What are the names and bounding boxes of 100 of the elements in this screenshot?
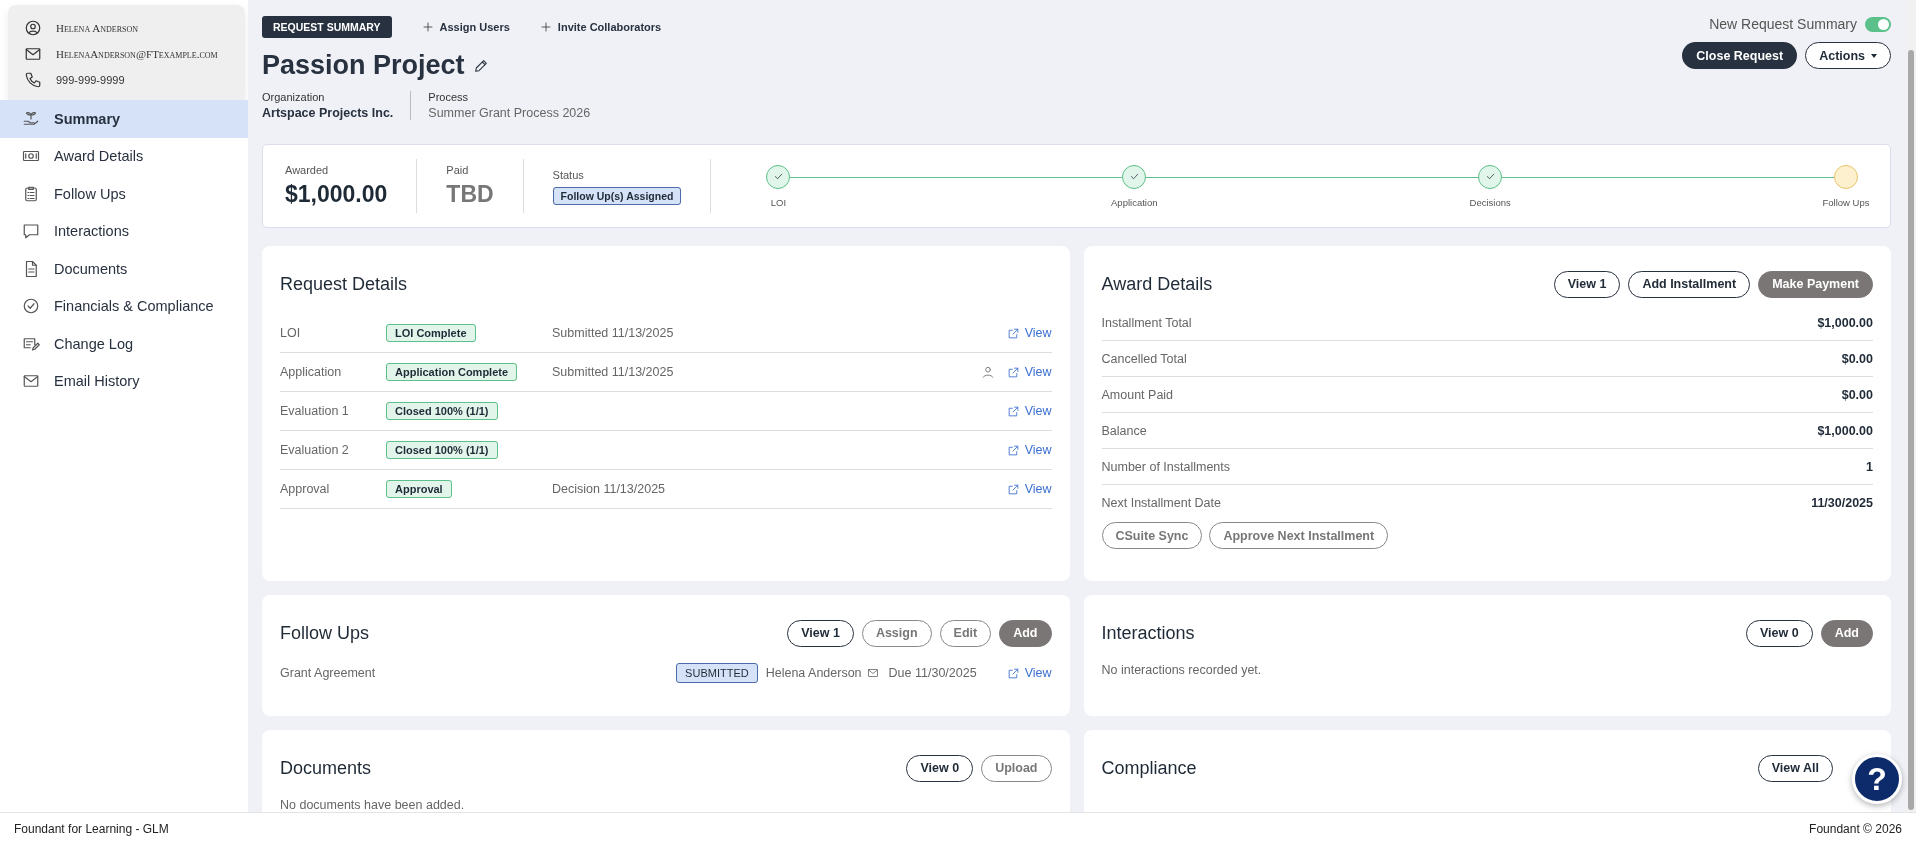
scrollbar-thumb[interactable] bbox=[1908, 50, 1914, 810]
page-badge: REQUEST SUMMARY bbox=[262, 16, 392, 38]
view-link[interactable]: View bbox=[1006, 666, 1052, 680]
row-label: Evaluation 2 bbox=[280, 443, 350, 457]
row-date: Decision 11/13/2025 bbox=[552, 482, 666, 496]
row-label: Application bbox=[280, 365, 343, 379]
status-badge: Approval bbox=[386, 480, 452, 498]
view-link[interactable]: View bbox=[1006, 443, 1052, 457]
step-label: Decisions bbox=[1469, 196, 1511, 208]
check-icon bbox=[1128, 171, 1140, 182]
row-label: Next Installment Date bbox=[1101, 495, 1221, 510]
card-title: Request Details bbox=[280, 273, 408, 295]
toggle-switch[interactable] bbox=[1865, 16, 1891, 32]
person-icon bbox=[24, 19, 42, 37]
plus-icon bbox=[421, 21, 434, 33]
check-icon bbox=[1484, 171, 1496, 182]
row-date: Submitted 11/13/2025 bbox=[552, 365, 674, 379]
sidebar-item[interactable]: Documents bbox=[0, 250, 248, 288]
pill-button[interactable]: View 0 bbox=[1746, 619, 1813, 647]
card-title: Documents bbox=[280, 757, 372, 779]
empty-message: No interactions recorded yet. bbox=[1101, 663, 1263, 677]
row-label: LOI bbox=[280, 326, 302, 340]
stat-label: Awarded bbox=[285, 164, 330, 176]
check-icon bbox=[772, 171, 784, 182]
pill-button[interactable]: View 1 bbox=[787, 619, 854, 647]
field-value: Artspace Projects Inc. bbox=[262, 106, 394, 120]
stat-label: Paid bbox=[446, 164, 470, 176]
row-value: 1 bbox=[1866, 459, 1873, 474]
pencil-icon[interactable] bbox=[472, 57, 489, 74]
toggle-label: New Request Summary bbox=[1709, 16, 1857, 32]
field-label: Organization bbox=[262, 91, 326, 103]
view-link[interactable]: View bbox=[1006, 482, 1052, 496]
clipboard-icon bbox=[22, 184, 40, 203]
external-link-icon bbox=[1006, 326, 1020, 340]
pill-button[interactable]: View 1 bbox=[1553, 270, 1621, 298]
stat-label: Status bbox=[552, 168, 585, 181]
external-link-icon bbox=[1006, 443, 1020, 457]
row-label: Cancelled Total bbox=[1101, 351, 1187, 366]
sidebar-item[interactable]: Interactions bbox=[0, 212, 248, 250]
row-label: Evaluation 1 bbox=[280, 404, 350, 418]
pill-button[interactable]: Make Payment bbox=[1758, 270, 1873, 298]
field-value: Summer Grant Process 2026 bbox=[428, 106, 591, 120]
sidebar-item[interactable]: Email History bbox=[0, 362, 248, 400]
pill-button[interactable]: CSuite Sync bbox=[1101, 522, 1203, 549]
profile-phone: 999-999-9999 bbox=[56, 74, 125, 86]
assignee-name: Helena Anderson bbox=[765, 666, 862, 680]
pill-button[interactable]: Close Request bbox=[1682, 42, 1798, 69]
pill-button[interactable]: Assign bbox=[861, 619, 932, 647]
sidebar-item[interactable]: Financials & Compliance bbox=[0, 287, 248, 325]
external-link-icon bbox=[1006, 666, 1020, 680]
card-title: Interactions bbox=[1101, 622, 1195, 644]
speech-bubble-icon bbox=[22, 222, 40, 241]
header-action-link[interactable]: Assign Users bbox=[421, 21, 510, 33]
profile-email: HelenaAnderson@FTexample.com bbox=[56, 48, 218, 60]
dropdown-button[interactable]: Actions bbox=[1805, 42, 1891, 69]
sidebar-item[interactable]: Change Log bbox=[0, 325, 248, 363]
external-link-icon bbox=[1006, 365, 1020, 379]
due-date: Due 11/30/2025 bbox=[888, 666, 977, 680]
pill-button[interactable]: Edit bbox=[939, 619, 992, 647]
header-action-link[interactable]: Invite Collaborators bbox=[539, 21, 662, 33]
step-label: LOI bbox=[770, 196, 787, 208]
status-badge: Closed 100% (1/1) bbox=[386, 402, 498, 420]
row-value: $1,000.00 bbox=[1817, 423, 1873, 438]
page-title: Passion Project bbox=[262, 50, 465, 81]
pill-button[interactable]: Add bbox=[999, 619, 1052, 647]
pill-button[interactable]: View All bbox=[1757, 754, 1833, 782]
row-label: Amount Paid bbox=[1101, 387, 1174, 402]
view-link[interactable]: View bbox=[1006, 326, 1052, 340]
pill-button[interactable]: View 0 bbox=[906, 754, 974, 782]
row-label: Approval bbox=[280, 482, 331, 496]
footer-text: Foundant for Learning - GLM bbox=[14, 821, 169, 836]
sidebar-item[interactable]: Follow Ups bbox=[0, 175, 248, 213]
step-label: Application bbox=[1111, 196, 1158, 208]
pill-button[interactable]: Approve Next Installment bbox=[1209, 522, 1389, 549]
field-label: Process bbox=[428, 91, 470, 103]
row-label: Balance bbox=[1101, 423, 1147, 438]
person-icon bbox=[980, 365, 995, 379]
pill-button[interactable]: Add bbox=[1820, 619, 1873, 647]
envelope-icon[interactable] bbox=[866, 667, 879, 679]
view-link[interactable]: View bbox=[1006, 365, 1052, 379]
row-label: Installment Total bbox=[1101, 315, 1192, 330]
sidebar-item[interactable]: Award Details bbox=[0, 137, 248, 175]
external-link-icon bbox=[1006, 482, 1020, 496]
follow-up-name: Grant Agreement bbox=[280, 666, 376, 680]
empty-message: No documents have been added. bbox=[280, 798, 466, 812]
row-value: 11/30/2025 bbox=[1811, 495, 1873, 510]
envelope-icon bbox=[24, 45, 42, 63]
pill-button[interactable]: Add Installment bbox=[1628, 270, 1751, 298]
stat-value: $1,000.00 bbox=[285, 181, 388, 208]
card-title: Award Details bbox=[1101, 273, 1213, 295]
pill-button[interactable]: Upload bbox=[981, 754, 1052, 782]
plus-icon bbox=[539, 21, 552, 33]
row-value: $1,000.00 bbox=[1817, 315, 1873, 330]
check-circle-icon bbox=[22, 297, 40, 316]
row-value: $0.00 bbox=[1841, 387, 1873, 402]
view-link[interactable]: View bbox=[1006, 404, 1052, 418]
row-value: $0.00 bbox=[1841, 351, 1873, 366]
external-link-icon bbox=[1006, 404, 1020, 418]
sidebar-item[interactable]: Summary bbox=[0, 100, 248, 138]
step-label: Follow Ups bbox=[1822, 196, 1870, 208]
